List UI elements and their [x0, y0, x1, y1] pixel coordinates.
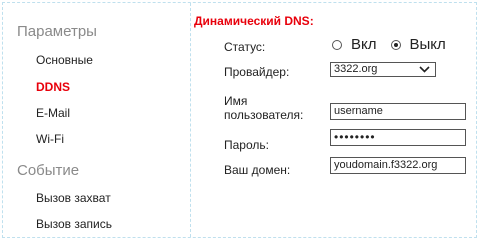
username-label: Имя пользователя:	[224, 94, 303, 122]
chevron-down-icon	[419, 66, 430, 73]
status-on-radio[interactable]	[332, 39, 342, 50]
sidebar-item-call-record[interactable]: Вызов запись	[36, 217, 112, 231]
sidebar-item-basic[interactable]: Основные	[36, 53, 93, 67]
status-off-label: Выкл	[409, 36, 446, 53]
sidebar-item-ddns[interactable]: DDNS	[36, 80, 70, 94]
section-title-parameters: Параметры	[17, 23, 97, 40]
domain-label: Ваш домен:	[224, 163, 291, 177]
provider-value: 3322.org	[334, 63, 378, 75]
sidebar-item-call-capture[interactable]: Вызов захват	[36, 191, 111, 205]
page-title: Динамический DNS:	[194, 14, 314, 28]
status-off-radio[interactable]	[390, 39, 401, 50]
provider-select[interactable]: 3322.org	[330, 62, 436, 77]
status-radio-group: Вкл Выкл	[332, 36, 460, 53]
status-on-label: Вкл	[351, 36, 377, 53]
provider-label: Провайдер:	[224, 65, 290, 79]
sidebar-item-email[interactable]: E-Mail	[36, 106, 70, 120]
password-input[interactable]: ••••••••	[330, 129, 466, 146]
username-label-line2: пользователя:	[224, 108, 304, 122]
username-input[interactable]: username	[330, 103, 466, 120]
section-title-event: Событие	[17, 162, 80, 179]
password-label: Пароль:	[224, 138, 269, 152]
status-label: Статус:	[224, 40, 266, 54]
sidebar-item-wifi[interactable]: Wi-Fi	[36, 132, 64, 146]
sidebar: Параметры Основные DDNS E-Mail Wi-Fi Соб…	[3, 3, 191, 237]
domain-input[interactable]: youdomain.f3322.org	[330, 157, 466, 174]
ddns-panel: Динамический DNS: Статус: Вкл Выкл Прова…	[191, 0, 479, 240]
username-label-line1: Имя	[224, 94, 248, 108]
